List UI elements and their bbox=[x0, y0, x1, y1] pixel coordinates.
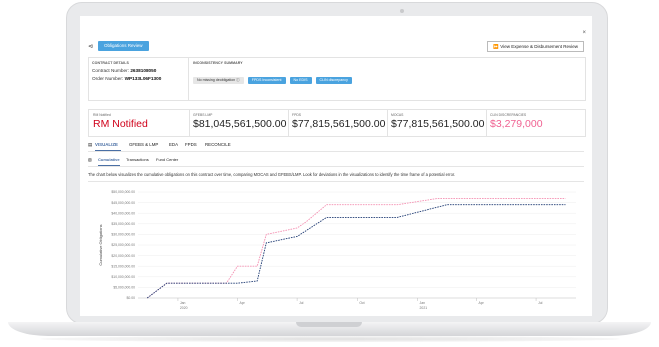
camera-icon bbox=[400, 9, 404, 13]
chip-no-missing-deobligation[interactable]: No missing deobligation ⓘ bbox=[193, 77, 244, 84]
laptop-notch bbox=[296, 322, 362, 327]
tab-gfebs-lmp[interactable]: GFEBS & LMP bbox=[129, 142, 158, 147]
contract-number-row: Contract Number: 2638108050 bbox=[92, 68, 156, 73]
stat-label: CLIN DISCREPANCIES bbox=[490, 113, 527, 117]
stat-fpds: FPDS $77,815,561,500.00 bbox=[288, 110, 387, 136]
chart-icon: ▤ bbox=[88, 142, 93, 147]
stat-gfebs-lmp: GFEBS LMP $81,045,561,500.00 bbox=[189, 110, 288, 136]
bar-chart-icon: ▧ bbox=[88, 157, 92, 162]
inconsistency-chips: No missing deobligation ⓘ FPDS Inconsiste… bbox=[193, 68, 356, 86]
subtab-transactions[interactable]: Transactions bbox=[126, 157, 149, 162]
chip-label: No missing deobligation bbox=[197, 78, 236, 82]
stat-value: $77,815,561,500.00 bbox=[391, 118, 485, 130]
tab-fpds[interactable]: FPDS bbox=[185, 142, 197, 147]
stat-value: $77,815,561,500.00 bbox=[292, 118, 386, 130]
y-tick-label: $10,000,000.00 bbox=[111, 275, 135, 279]
y-tick-label: $0.00 bbox=[127, 296, 136, 300]
chip-clin-discrepancy[interactable]: CLIN discrepancy bbox=[315, 77, 352, 84]
order-number: WP133L06F1300 bbox=[124, 76, 162, 81]
contract-details-heading: CONTRACT DETAILS bbox=[92, 61, 129, 65]
details-divider bbox=[188, 58, 189, 100]
cumulative-chart: $0.00 $5,000,000.00 $10,000,000.00 $15,000,… bbox=[98, 190, 576, 310]
active-tab-indicator bbox=[95, 150, 121, 151]
y-tick-label: $5,000,000.00 bbox=[113, 286, 135, 290]
share-icon[interactable]: ⊲ bbox=[88, 43, 93, 50]
y-tick-label: $20,000,000.00 bbox=[111, 254, 135, 258]
tab-reconcile[interactable]: RECONCILE bbox=[205, 142, 231, 147]
x-tick-year: 2020 bbox=[180, 306, 188, 310]
stat-clin-discrepancies: CLIN DISCREPANCIES $3,279,000 bbox=[486, 110, 585, 136]
subtab-cumulative[interactable]: Cumulative bbox=[98, 157, 120, 162]
active-subtab-indicator bbox=[98, 165, 120, 166]
y-tick-label: $35,000,000.00 bbox=[111, 222, 135, 226]
x-tick-label: Jan bbox=[420, 301, 426, 305]
stats-panel: RM Notified RM Notified GFEBS LMP $81,04… bbox=[88, 109, 586, 137]
order-number-label: Order Number: bbox=[92, 76, 124, 81]
tab-divider bbox=[88, 151, 584, 152]
stat-label: GFEBS LMP bbox=[193, 113, 213, 117]
expense-review-button[interactable]: ⏩ View Expense & Disbursement Review bbox=[487, 41, 584, 52]
stat-label: FPDS bbox=[292, 113, 302, 117]
tab-visualize[interactable]: VISUALIZE bbox=[95, 142, 118, 147]
y-tick-label: $50,000,000.00 bbox=[111, 190, 135, 194]
stat-rm-notified: RM Notified RM Notified bbox=[89, 110, 189, 136]
app-screen: × ⊲ Obligations Review ⏩ View Expense & … bbox=[80, 16, 592, 316]
chip-fpds-inconsistent[interactable]: FPDS Inconsistent bbox=[247, 77, 286, 84]
obligations-review-button[interactable]: Obligations Review bbox=[98, 41, 149, 51]
x-tick-label: Oct bbox=[359, 301, 364, 305]
series-line-mocas bbox=[146, 204, 566, 299]
laptop-shadow bbox=[40, 336, 620, 342]
subtab-fund-center[interactable]: Fund Center bbox=[156, 157, 178, 162]
close-button[interactable]: × bbox=[582, 30, 586, 36]
description-divider bbox=[88, 181, 584, 182]
inconsistency-heading: INCONSISTENCY SUMMARY bbox=[193, 61, 243, 65]
x-tick-year: 2021 bbox=[420, 306, 428, 310]
contract-number-label: Contract Number: bbox=[92, 68, 129, 73]
details-panel: CONTRACT DETAILS Contract Number: 263810… bbox=[88, 57, 586, 101]
y-tick-label: $25,000,000.00 bbox=[111, 243, 135, 247]
x-tick-label: Apr bbox=[478, 301, 484, 305]
x-tick-label: Jul bbox=[538, 301, 543, 305]
stat-value: $3,279,000 bbox=[490, 118, 543, 130]
tab-eda[interactable]: EDA bbox=[169, 142, 178, 147]
stat-value: RM Notified bbox=[93, 118, 148, 130]
x-tick-label: Jan bbox=[180, 301, 186, 305]
subtab-divider bbox=[88, 166, 584, 167]
chart-description: The chart below visualizes the cumulativ… bbox=[88, 172, 456, 177]
y-tick-label: $45,000,000.00 bbox=[111, 201, 135, 205]
info-icon: ⓘ bbox=[236, 78, 240, 82]
stat-label: RM Notified bbox=[93, 113, 111, 117]
stat-label: MOCAS bbox=[391, 113, 404, 117]
y-axis-title: Cumulative Obligations bbox=[98, 224, 103, 265]
x-tick-label: Apr bbox=[240, 301, 246, 305]
y-tick-label: $40,000,000.00 bbox=[111, 211, 135, 215]
stat-mocas: MOCAS $77,815,561,500.00 bbox=[387, 110, 486, 136]
x-tick-label: Jul bbox=[299, 301, 304, 305]
y-tick-label: $30,000,000.00 bbox=[111, 233, 135, 237]
top-toolbar: ⊲ Obligations Review ⏩ View Expense & Di… bbox=[88, 41, 584, 52]
order-number-row: Order Number: WP133L06F1300 bbox=[92, 76, 161, 81]
chip-no-edis[interactable]: No EDIS bbox=[289, 77, 312, 84]
contract-number: 2638108050 bbox=[130, 68, 157, 73]
y-tick-label: $15,000,000.00 bbox=[111, 264, 135, 268]
sub-tabs: ▧ Cumulative Transactions Fund Center bbox=[88, 157, 584, 165]
expense-review-label: View Expense & Disbursement Review bbox=[500, 44, 578, 49]
main-tabs: ▤ VISUALIZE GFEBS & LMP EDA FPDS RECONCI… bbox=[88, 142, 584, 151]
stat-value: $81,045,561,500.00 bbox=[193, 118, 287, 130]
forward-icon: ⏩ bbox=[493, 44, 500, 49]
